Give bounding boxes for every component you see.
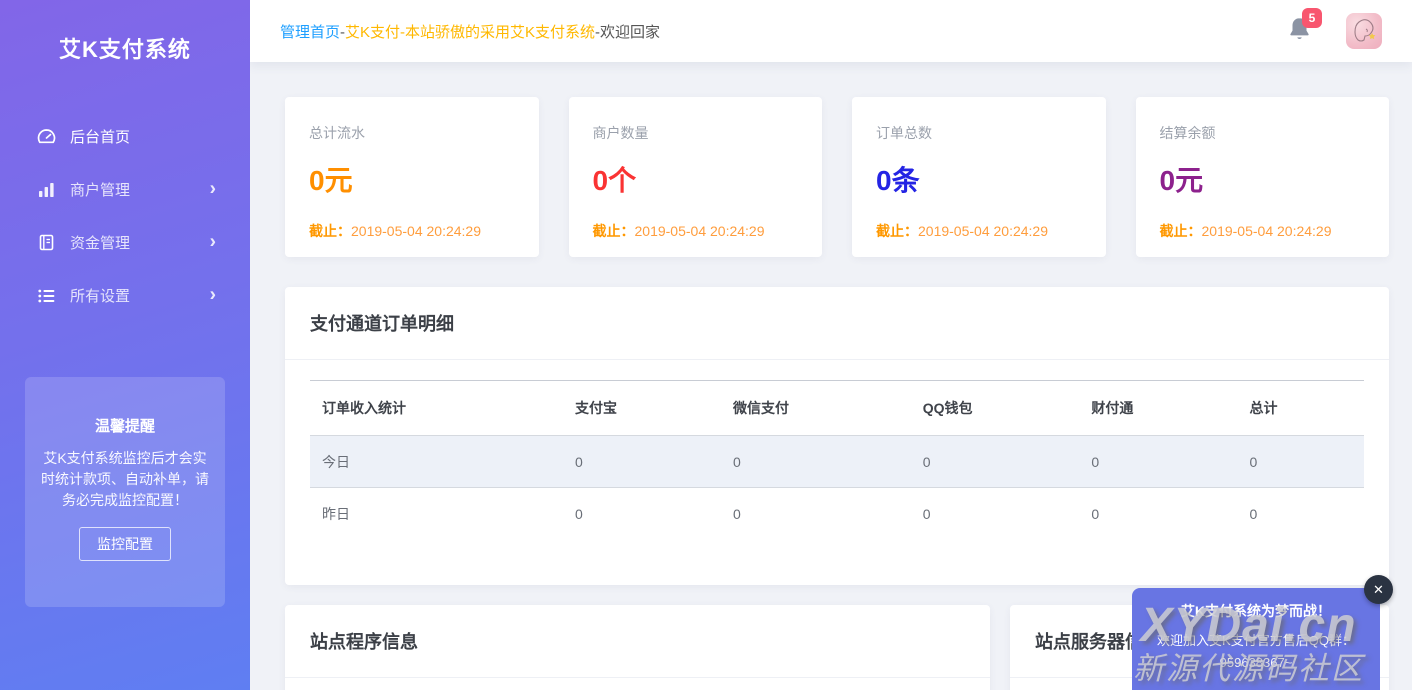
site-program-info-head: 站点程序信息: [285, 605, 990, 678]
chevron-right-icon: ›: [210, 285, 216, 304]
breadcrumb-home-link[interactable]: 管理首页: [280, 24, 340, 41]
close-icon: ✕: [1373, 582, 1384, 598]
sidebar-item-funds[interactable]: 资金管理 ›: [0, 216, 250, 269]
cell-value: 0: [1237, 436, 1364, 488]
app-logo: 艾K支付系统: [0, 0, 250, 64]
sidebar: 艾K支付系统 后台首页 商户管理 › 资金管理 › 所有设置: [0, 0, 250, 690]
order-detail-panel-title: 支付通道订单明细: [310, 310, 1364, 336]
cell-value: 0: [563, 436, 721, 488]
table-header-row: 订单收入统计 支付宝 微信支付 QQ钱包 财付通 总计: [310, 381, 1364, 436]
stat-card-total-flow: 总计流水 0元 截止：2019-05-04 20:24:29: [285, 97, 539, 257]
cell-value: 0: [911, 488, 1080, 540]
table-row-yesterday: 昨日 0 0 0 0 0: [310, 488, 1364, 540]
stat-deadline-label: 截止：: [309, 223, 351, 239]
cell-value: 0: [563, 488, 721, 540]
bar-chart-icon: [36, 180, 56, 200]
stat-title: 订单总数: [876, 123, 1082, 143]
order-detail-panel-head: 支付通道订单明细: [285, 287, 1389, 360]
col-header: 总计: [1237, 381, 1364, 436]
col-header: 支付宝: [563, 381, 721, 436]
stat-title: 商户数量: [593, 123, 799, 143]
col-header: 订单收入统计: [310, 381, 563, 436]
sidebar-item-settings[interactable]: 所有设置 ›: [0, 269, 250, 322]
cell-value: 0: [721, 488, 911, 540]
col-header: 财付通: [1079, 381, 1237, 436]
avatar-illustration-icon: [1346, 13, 1382, 49]
notification-badge: 5: [1302, 8, 1322, 28]
monitor-config-button[interactable]: 监控配置: [79, 527, 171, 561]
settings-list-icon: [36, 286, 56, 306]
breadcrumb-site-name: 艾K支付-本站骄傲的采用艾K支付系统: [345, 24, 595, 41]
order-income-table: 订单收入统计 支付宝 微信支付 QQ钱包 财付通 总计 今日 0 0 0 0: [310, 380, 1364, 540]
sidebar-item-label: 商户管理: [70, 179, 130, 200]
stat-deadline-time: 2019-05-04 20:24:29: [351, 223, 481, 239]
stat-deadline-time: 2019-05-04 20:24:29: [1202, 223, 1332, 239]
cell-value: 0: [911, 436, 1080, 488]
stat-value: 0个: [593, 159, 799, 199]
stat-deadline: 截止：2019-05-04 20:24:29: [876, 221, 1082, 241]
stat-deadline: 截止：2019-05-04 20:24:29: [1160, 221, 1366, 241]
sidebar-item-label: 资金管理: [70, 232, 130, 253]
col-header: QQ钱包: [911, 381, 1080, 436]
table-row-today: 今日 0 0 0 0 0: [310, 436, 1364, 488]
notifications-button[interactable]: 5: [1288, 16, 1314, 46]
topbar-right: 5: [1288, 13, 1382, 49]
cell-value: 0: [1079, 488, 1237, 540]
promo-popup-body: 欢迎加入艾K支付官方售后QQ群：959638367~: [1148, 630, 1364, 674]
breadcrumb-welcome-text: 欢迎回家: [600, 24, 660, 41]
chevron-right-icon: ›: [210, 232, 216, 251]
sidebar-item-label: 所有设置: [70, 285, 130, 306]
ledger-icon: [36, 233, 56, 253]
cell-value: 0: [1079, 436, 1237, 488]
stat-value: 0条: [876, 159, 1082, 199]
sidebar-item-dashboard[interactable]: 后台首页: [0, 110, 250, 163]
stat-card-order-count: 订单总数 0条 截止：2019-05-04 20:24:29: [852, 97, 1106, 257]
popup-close-button[interactable]: ✕: [1364, 575, 1393, 604]
site-program-info-title: 站点程序信息: [310, 628, 965, 654]
stat-deadline: 截止：2019-05-04 20:24:29: [593, 221, 799, 241]
stat-deadline-label: 截止：: [876, 223, 918, 239]
stat-title: 总计流水: [309, 123, 515, 143]
notice-title: 温馨提醒: [25, 415, 225, 436]
topbar: 管理首页-艾K支付-本站骄傲的采用艾K支付系统-欢迎回家 5: [250, 0, 1412, 62]
breadcrumb: 管理首页-艾K支付-本站骄傲的采用艾K支付系统-欢迎回家: [280, 21, 660, 42]
stat-deadline-label: 截止：: [1160, 223, 1202, 239]
promo-popup-title: 艾K支付系统为梦而战！: [1148, 601, 1364, 621]
promo-popup: 艾K支付系统为梦而战！ 欢迎加入艾K支付官方售后QQ群：959638367~: [1132, 588, 1380, 690]
cell-value: 0: [721, 436, 911, 488]
stat-title: 结算余额: [1160, 123, 1366, 143]
row-label: 今日: [310, 436, 563, 488]
stat-deadline: 截止：2019-05-04 20:24:29: [309, 221, 515, 241]
sidebar-item-merchants[interactable]: 商户管理 ›: [0, 163, 250, 216]
user-avatar[interactable]: [1346, 13, 1382, 49]
cell-value: 0: [1237, 488, 1364, 540]
col-header: 微信支付: [721, 381, 911, 436]
notice-body: 艾K支付系统监控后才会实时统计款项、自动补单，请务必完成监控配置！: [37, 448, 213, 511]
chevron-right-icon: ›: [210, 179, 216, 198]
stat-deadline-time: 2019-05-04 20:24:29: [635, 223, 765, 239]
dashboard-icon: [36, 127, 56, 147]
stat-card-merchant-count: 商户数量 0个 截止：2019-05-04 20:24:29: [569, 97, 823, 257]
order-table-wrap: 订单收入统计 支付宝 微信支付 QQ钱包 财付通 总计 今日 0 0 0 0: [285, 360, 1389, 585]
order-detail-panel: 支付通道订单明细 订单收入统计 支付宝 微信支付 QQ钱包 财付通 总计 今日: [285, 287, 1389, 585]
row-label: 昨日: [310, 488, 563, 540]
stat-deadline-label: 截止：: [593, 223, 635, 239]
site-program-info-panel: 站点程序信息: [285, 605, 990, 690]
stat-value: 0元: [1160, 159, 1366, 199]
stat-value: 0元: [309, 159, 515, 199]
stat-deadline-time: 2019-05-04 20:24:29: [918, 223, 1048, 239]
sidebar-item-label: 后台首页: [70, 126, 130, 147]
sidebar-notice-card: 温馨提醒 艾K支付系统监控后才会实时统计款项、自动补单，请务必完成监控配置！ 监…: [25, 377, 225, 607]
sidebar-nav: 后台首页 商户管理 › 资金管理 › 所有设置 ›: [0, 110, 250, 322]
stats-row: 总计流水 0元 截止：2019-05-04 20:24:29 商户数量 0个 截…: [285, 97, 1389, 257]
stat-card-settlement-balance: 结算余额 0元 截止：2019-05-04 20:24:29: [1136, 97, 1390, 257]
